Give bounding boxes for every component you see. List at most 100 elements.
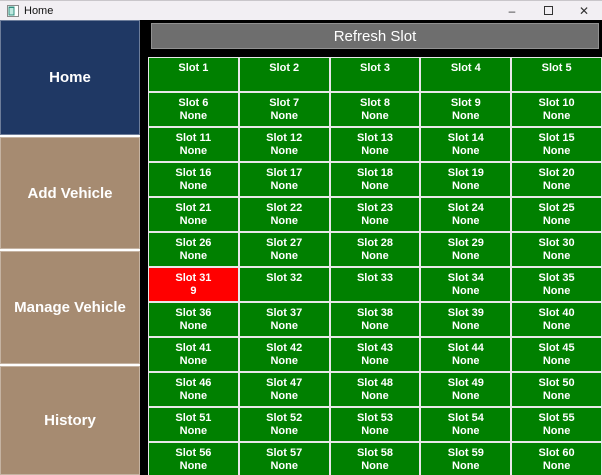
sidebar: Home Add Vehicle Manage Vehicle History xyxy=(0,20,140,475)
slot-button-3[interactable]: Slot 3 xyxy=(330,58,420,91)
slot-title: Slot 23 xyxy=(356,201,394,214)
window-controls: – ✕ xyxy=(494,1,602,20)
slot-value: None xyxy=(179,144,208,157)
slot-button-26[interactable]: Slot 26 None xyxy=(149,233,238,266)
slot-button-20[interactable]: Slot 20 None xyxy=(512,163,601,196)
slot-button-34[interactable]: Slot 34 None xyxy=(421,268,511,301)
slot-button-57[interactable]: Slot 57 None xyxy=(239,443,329,475)
slot-button-15[interactable]: Slot 15 None xyxy=(512,128,601,161)
slot-button-39[interactable]: Slot 39 None xyxy=(421,303,511,336)
slot-button-37[interactable]: Slot 37 None xyxy=(239,303,329,336)
slot-value: None xyxy=(270,459,298,472)
sidebar-item-add-vehicle[interactable]: Add Vehicle xyxy=(0,137,140,249)
slot-title: Slot 31 xyxy=(175,271,212,284)
slot-title: Slot 29 xyxy=(447,236,484,249)
slot-button-28[interactable]: Slot 28 None xyxy=(330,233,420,266)
slot-button-58[interactable]: Slot 58 None xyxy=(330,443,420,475)
slot-title: Slot 24 xyxy=(447,201,484,214)
slot-button-30[interactable]: Slot 30 None xyxy=(512,233,601,266)
slot-button-24[interactable]: Slot 24 None xyxy=(421,198,511,231)
slot-button-41[interactable]: Slot 41 None xyxy=(149,338,238,371)
minimize-button[interactable]: – xyxy=(494,1,530,20)
slot-value: None xyxy=(452,319,480,332)
slot-button-33[interactable]: Slot 33 xyxy=(330,268,420,301)
slot-button-16[interactable]: Slot 16 None xyxy=(149,163,238,196)
slot-button-42[interactable]: Slot 42 None xyxy=(239,338,329,371)
slot-button-40[interactable]: Slot 40 None xyxy=(512,303,601,336)
slot-title: Slot 3 xyxy=(360,61,390,74)
slot-button-27[interactable]: Slot 27 None xyxy=(239,233,329,266)
slot-button-36[interactable]: Slot 36 None xyxy=(149,303,238,336)
slot-button-12[interactable]: Slot 12 None xyxy=(239,128,329,161)
slot-button-23[interactable]: Slot 23 None xyxy=(330,198,420,231)
slot-value: None xyxy=(452,109,480,122)
slot-value: None xyxy=(361,319,389,332)
slot-button-4[interactable]: Slot 4 xyxy=(421,58,511,91)
slot-value: None xyxy=(542,249,571,262)
slot-button-32[interactable]: Slot 32 xyxy=(239,268,329,301)
slot-value: None xyxy=(361,459,389,472)
slot-title: Slot 18 xyxy=(356,166,394,179)
slot-value: None xyxy=(452,284,480,297)
refresh-slot-button[interactable]: Refresh Slot xyxy=(151,23,599,49)
slot-button-44[interactable]: Slot 44 None xyxy=(421,338,511,371)
slot-button-22[interactable]: Slot 22 None xyxy=(239,198,329,231)
slot-value: None xyxy=(452,144,480,157)
close-button[interactable]: ✕ xyxy=(566,1,602,20)
slot-button-25[interactable]: Slot 25 None xyxy=(512,198,601,231)
slot-button-38[interactable]: Slot 38 None xyxy=(330,303,420,336)
slot-title: Slot 54 xyxy=(447,411,484,424)
slot-title: Slot 13 xyxy=(356,131,394,144)
slot-button-21[interactable]: Slot 21 None xyxy=(149,198,238,231)
slot-button-45[interactable]: Slot 45 None xyxy=(512,338,601,371)
slot-button-56[interactable]: Slot 56 None xyxy=(149,443,238,475)
slot-title: Slot 45 xyxy=(538,341,575,354)
app-icon xyxy=(7,4,19,17)
slot-title: Slot 47 xyxy=(266,376,303,389)
slot-button-43[interactable]: Slot 43 None xyxy=(330,338,420,371)
slot-button-50[interactable]: Slot 50 None xyxy=(512,373,601,406)
slot-button-10[interactable]: Slot 10 None xyxy=(512,93,601,126)
slot-button-8[interactable]: Slot 8 None xyxy=(330,93,420,126)
sidebar-item-history[interactable]: History xyxy=(0,366,140,475)
slot-button-29[interactable]: Slot 29 None xyxy=(421,233,511,266)
slot-button-1[interactable]: Slot 1 xyxy=(149,58,238,91)
slot-button-54[interactable]: Slot 54 None xyxy=(421,408,511,441)
slot-button-60[interactable]: Slot 60 None xyxy=(512,443,601,475)
slot-value: None xyxy=(179,354,208,367)
slot-button-11[interactable]: Slot 11 None xyxy=(149,128,238,161)
slot-title: Slot 59 xyxy=(447,446,484,459)
slot-title: Slot 56 xyxy=(175,446,212,459)
slot-button-14[interactable]: Slot 14 None xyxy=(421,128,511,161)
slot-button-19[interactable]: Slot 19 None xyxy=(421,163,511,196)
slot-value: None xyxy=(361,109,389,122)
slot-button-7[interactable]: Slot 7 None xyxy=(239,93,329,126)
maximize-button[interactable] xyxy=(530,1,566,20)
slot-button-13[interactable]: Slot 13 None xyxy=(330,128,420,161)
slot-value: None xyxy=(452,459,480,472)
slot-value: None xyxy=(179,179,208,192)
slot-title: Slot 8 xyxy=(360,96,390,109)
slot-button-6[interactable]: Slot 6 None xyxy=(149,93,238,126)
slot-button-52[interactable]: Slot 52 None xyxy=(239,408,329,441)
slot-button-47[interactable]: Slot 47 None xyxy=(239,373,329,406)
slot-value: None xyxy=(542,459,571,472)
slot-value: None xyxy=(270,144,298,157)
slot-title: Slot 33 xyxy=(356,271,394,284)
slot-button-9[interactable]: Slot 9 None xyxy=(421,93,511,126)
slot-button-31[interactable]: Slot 31 9 xyxy=(149,268,238,301)
slot-button-17[interactable]: Slot 17 None xyxy=(239,163,329,196)
slot-button-49[interactable]: Slot 49 None xyxy=(421,373,511,406)
slot-button-46[interactable]: Slot 46 None xyxy=(149,373,238,406)
slot-button-18[interactable]: Slot 18 None xyxy=(330,163,420,196)
slot-button-35[interactable]: Slot 35 None xyxy=(512,268,601,301)
slot-button-55[interactable]: Slot 55 None xyxy=(512,408,601,441)
slot-button-53[interactable]: Slot 53 None xyxy=(330,408,420,441)
slot-button-5[interactable]: Slot 5 xyxy=(512,58,601,91)
slot-button-48[interactable]: Slot 48 None xyxy=(330,373,420,406)
slot-button-51[interactable]: Slot 51 None xyxy=(149,408,238,441)
slot-button-59[interactable]: Slot 59 None xyxy=(421,443,511,475)
sidebar-item-manage-vehicle[interactable]: Manage Vehicle xyxy=(0,251,140,364)
sidebar-item-home[interactable]: Home xyxy=(0,20,140,135)
slot-button-2[interactable]: Slot 2 xyxy=(239,58,329,91)
